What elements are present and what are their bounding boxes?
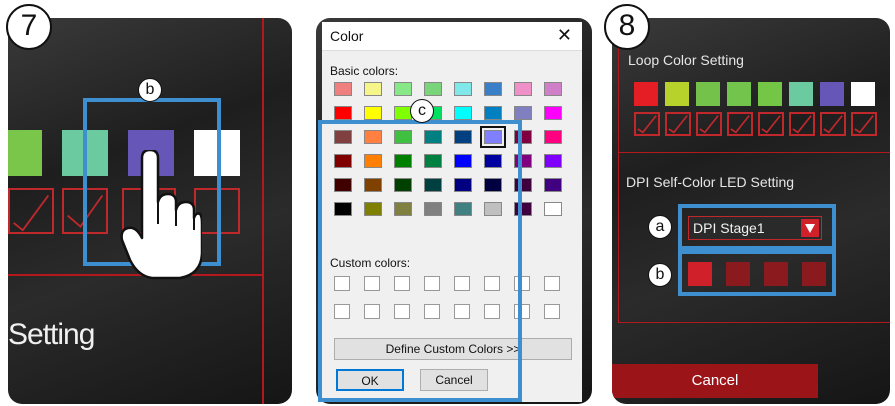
- settings-heading-partial: Setting: [8, 318, 95, 351]
- callout-c: c: [410, 99, 434, 123]
- dialog-title: Color: [330, 28, 364, 44]
- basic-color-swatch[interactable]: [544, 82, 562, 96]
- basic-color-swatch[interactable]: [454, 106, 472, 120]
- basic-color-swatch[interactable]: [454, 82, 472, 96]
- highlight-frame-a: [678, 204, 836, 250]
- basic-color-swatch[interactable]: [334, 82, 352, 96]
- loop-checkbox[interactable]: [634, 112, 660, 136]
- basic-color-swatch[interactable]: [484, 106, 502, 120]
- basic-color-swatch[interactable]: [544, 202, 562, 216]
- basic-color-swatch[interactable]: [484, 82, 502, 96]
- dpi-self-color-title: DPI Self-Color LED Setting: [626, 174, 795, 190]
- dialog-titlebar: Color ✕: [322, 22, 582, 51]
- highlight-frame-b8: [678, 250, 836, 296]
- basic-color-swatch[interactable]: [514, 106, 532, 120]
- basic-color-swatch[interactable]: [544, 178, 562, 192]
- basic-color-swatch[interactable]: [544, 130, 562, 144]
- basic-color-swatch[interactable]: [394, 82, 412, 96]
- loop-checkbox[interactable]: [727, 112, 753, 136]
- loop-color-swatch[interactable]: [789, 82, 813, 106]
- cancel-bar[interactable]: Cancel: [612, 364, 818, 398]
- highlight-frame-c: [318, 120, 522, 402]
- loop-checkbox[interactable]: [8, 188, 54, 234]
- loop-checkbox[interactable]: [758, 112, 784, 136]
- callout-b: b: [138, 78, 162, 102]
- cancel-label: Cancel: [691, 372, 739, 389]
- loop-color-swatch[interactable]: [8, 130, 42, 176]
- panel-divider-vertical: [262, 18, 264, 404]
- loop-checkbox[interactable]: [789, 112, 815, 136]
- loop-color-swatch[interactable]: [851, 82, 875, 106]
- custom-color-slot[interactable]: [544, 276, 560, 291]
- panel-frame-left: [618, 18, 619, 322]
- close-icon[interactable]: ✕: [557, 25, 572, 46]
- basic-color-swatch[interactable]: [364, 82, 382, 96]
- basic-color-swatch[interactable]: [544, 106, 562, 120]
- basic-color-swatch[interactable]: [364, 106, 382, 120]
- loop-color-swatch[interactable]: [696, 82, 720, 106]
- basic-colors-label: Basic colors:: [330, 64, 399, 78]
- loop-checkbox[interactable]: [665, 112, 691, 136]
- step-badge-8: 8: [604, 4, 650, 50]
- step7-panel: b Setting: [8, 18, 292, 404]
- callout-b8: b: [648, 263, 672, 287]
- basic-color-swatch[interactable]: [424, 82, 442, 96]
- loop-checkbox[interactable]: [696, 112, 722, 136]
- panel-frame-bottom: [618, 322, 890, 323]
- basic-color-swatch[interactable]: [334, 106, 352, 120]
- panel-divider-horizontal: [618, 152, 890, 153]
- loop-checkbox[interactable]: [851, 112, 877, 136]
- pointing-hand-icon: [120, 150, 202, 280]
- basic-color-swatch[interactable]: [544, 154, 562, 168]
- loop-color-swatch[interactable]: [634, 82, 658, 106]
- custom-color-slot[interactable]: [544, 304, 560, 319]
- loop-color-swatch[interactable]: [727, 82, 751, 106]
- loop-color-swatch[interactable]: [665, 82, 689, 106]
- loop-color-setting-title: Loop Color Setting: [628, 52, 744, 68]
- loop-color-swatch[interactable]: [758, 82, 782, 106]
- basic-color-swatch[interactable]: [514, 82, 532, 96]
- callout-a: a: [648, 215, 672, 239]
- step-badge-7: 7: [6, 4, 52, 50]
- loop-checkbox[interactable]: [820, 112, 846, 136]
- loop-color-swatch[interactable]: [820, 82, 844, 106]
